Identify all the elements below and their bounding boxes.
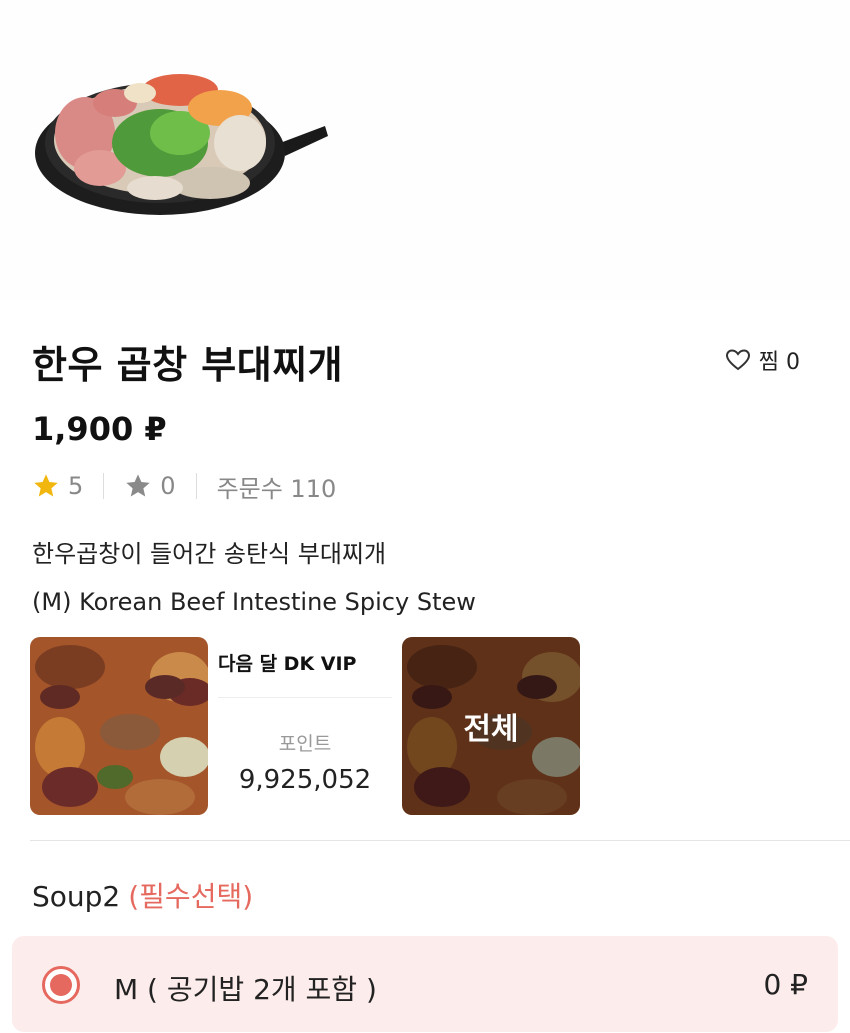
vip-points-panel: 다음 달 DK VIP 포인트 9,925,052 (208, 637, 402, 815)
panel-divider (218, 697, 392, 698)
rating-count-stat: 0 (124, 472, 176, 500)
option-item[interactable]: M ( 공기밥 2개 포함 ) 0 ₽ (12, 936, 838, 1032)
view-all-thumbnail[interactable]: 전체 (402, 637, 580, 815)
favorite-button[interactable]: 찜 0 (725, 344, 800, 376)
view-all-label: 전체 (402, 637, 580, 815)
points-value: 9,925,052 (238, 765, 372, 795)
stew-photo (30, 637, 208, 815)
order-count-stat: 주문수 110 (217, 469, 337, 504)
promo-banner[interactable]: 다음 달 DK VIP 포인트 9,925,052 전체 (30, 637, 580, 815)
section-divider (30, 840, 850, 841)
stat-separator (103, 473, 105, 499)
product-description: 한우곱창이 들어간 송탄식 부대찌개 (M) Korean Beef Intes… (32, 530, 476, 626)
points-label: 포인트 (278, 733, 332, 755)
description-korean: 한우곱창이 들어간 송탄식 부대찌개 (32, 540, 387, 568)
star-filled-icon (34, 474, 58, 497)
hot-pot-image (35, 74, 328, 215)
rating-stat: 5 (32, 472, 83, 500)
product-title-row: 한우 곱창 부대찌개 찜 0 (32, 330, 822, 390)
rating-count-value: 0 (160, 472, 176, 500)
section-name: Soup2 (32, 880, 121, 913)
favorite-count: 찜 0 (758, 350, 800, 375)
heart-outline-icon (725, 349, 750, 371)
product-price: 1,900 ₽ (32, 410, 167, 448)
required-tag: (필수선택) (128, 880, 254, 913)
product-hero-image (0, 0, 850, 300)
option-section-title: Soup2 (필수선택) (32, 875, 253, 915)
description-english: (M) Korean Beef Intestine Spicy Stew (32, 588, 476, 616)
radio-selected-icon[interactable] (42, 966, 80, 1004)
stew-thumbnail (30, 637, 208, 815)
option-price: 0 ₽ (763, 968, 808, 1001)
stat-separator (195, 473, 197, 499)
product-stats: 5 0 주문수 110 (32, 466, 336, 506)
vip-heading: 다음 달 DK VIP (218, 653, 357, 675)
rating-value: 5 (68, 472, 84, 500)
star-gray-icon (126, 474, 150, 497)
order-count: 주문수 110 (216, 474, 337, 503)
radio-dot (50, 974, 72, 996)
product-title: 한우 곱창 부대찌개 (32, 343, 344, 387)
option-label: M ( 공기밥 2개 포함 ) (114, 973, 377, 1006)
